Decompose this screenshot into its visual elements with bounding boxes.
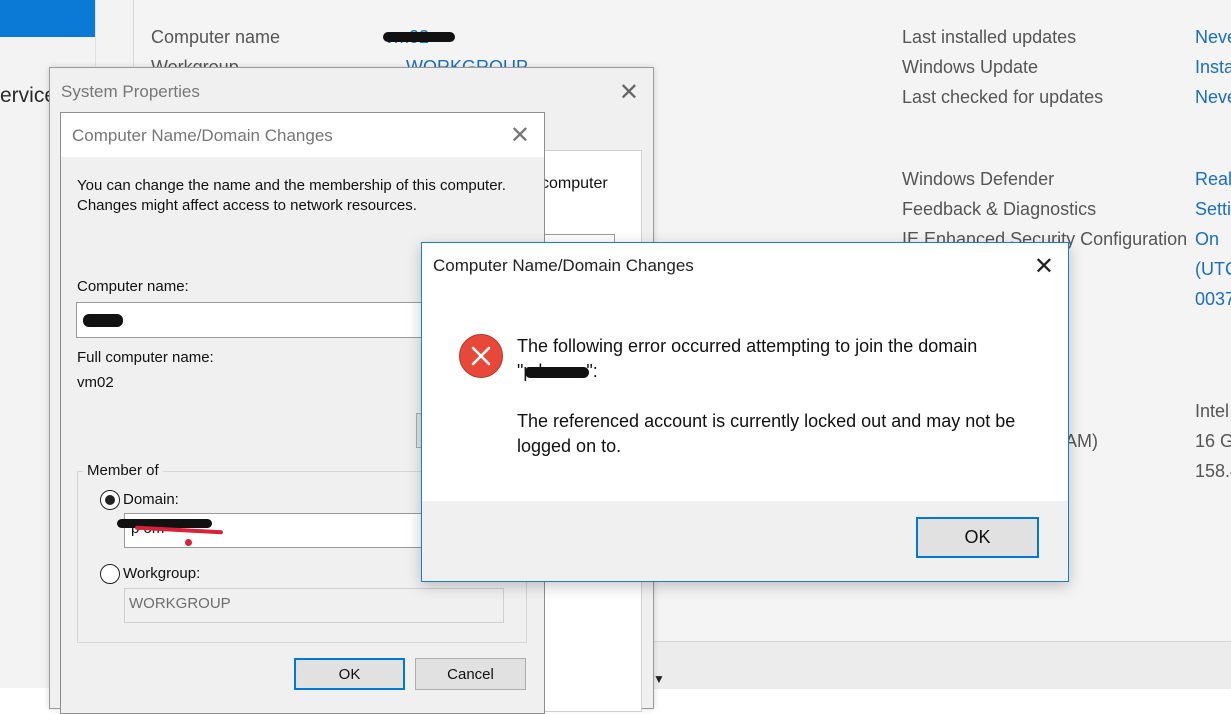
close-icon[interactable]: ✕	[1034, 252, 1054, 281]
prop-value-windows-defender[interactable]: Real-	[1195, 169, 1231, 190]
computer-name-dialog-title: Computer Name/Domain Changes	[72, 126, 333, 145]
error-message: The following error occurred attempting …	[517, 334, 1037, 384]
prop-label-windows-update: Windows Update	[902, 57, 1039, 77]
domain-label[interactable]: Domain:	[123, 491, 179, 508]
prop-label-ram-partial: AM)	[1065, 431, 1098, 451]
domain-radio[interactable]	[100, 490, 120, 510]
events-strip	[652, 641, 1231, 689]
computer-name-label: Computer name:	[77, 278, 189, 295]
full-computer-name-label: Full computer name:	[77, 349, 214, 366]
system-properties-partial-text: computer	[541, 175, 608, 192]
ok-button[interactable]: OK	[294, 658, 405, 690]
workgroup-input-value: WORKGROUP	[129, 595, 231, 612]
error-message-line: The following error occurred attempting …	[517, 336, 978, 356]
redaction-mark	[525, 367, 589, 378]
close-icon[interactable]: ✕	[510, 121, 530, 150]
prop-value-last-checked[interactable]: Neve	[1195, 87, 1231, 108]
prop-value-feedback[interactable]: Setti	[1195, 199, 1231, 220]
error-icon	[459, 334, 503, 378]
workgroup-label[interactable]: Workgroup:	[123, 565, 200, 582]
workgroup-radio[interactable]	[100, 564, 120, 584]
computer-name-description: You can change the name and the membersh…	[77, 177, 506, 214]
nav-selected-item[interactable]	[0, 0, 95, 37]
prop-value-ie-esc[interactable]: On	[1195, 229, 1219, 250]
close-icon[interactable]: ✕	[619, 78, 639, 107]
domain-input[interactable]: p om	[117, 513, 436, 548]
cancel-button[interactable]: Cancel	[415, 658, 526, 690]
prop-label-windows-defender: Windows Defender	[902, 169, 1055, 189]
prop-value-windows-update[interactable]: Insta	[1195, 57, 1231, 78]
computer-name-input[interactable]	[76, 302, 438, 338]
prop-label-last-checked: Last checked for updates	[902, 87, 1104, 107]
expand-arrow-icon[interactable]: ▼	[653, 672, 665, 686]
workgroup-input[interactable]: WORKGROUP	[124, 588, 504, 623]
prop-value-ram: 16 G	[1195, 431, 1231, 451]
redaction-mark	[83, 314, 123, 327]
system-properties-title: System Properties	[61, 82, 200, 101]
prop-label-last-installed: Last installed updates	[902, 27, 1077, 47]
prop-value-last-installed[interactable]: Neve	[1195, 27, 1231, 48]
redaction-mark	[383, 32, 455, 42]
member-of-label: Member of	[83, 462, 163, 479]
full-computer-name-value: vm02	[77, 374, 114, 391]
prop-label-feedback: Feedback & Diagnostics	[902, 199, 1097, 219]
nav-item-services[interactable]: ervice	[0, 84, 56, 108]
error-dialog-title: Computer Name/Domain Changes	[433, 256, 694, 275]
prop-label-computer-name: Computer name	[151, 27, 281, 47]
ok-button[interactable]: OK	[916, 517, 1039, 558]
error-message-domain-line: "p k.com":	[517, 359, 1037, 384]
prop-value-disk: 158.4	[1195, 461, 1231, 481]
prop-value-product-id[interactable]: 0037	[1195, 289, 1231, 310]
spellcheck-dot	[185, 539, 192, 546]
error-dialog: Computer Name/Domain Changes ✕ The follo…	[421, 242, 1069, 582]
error-detail: The referenced account is currently lock…	[517, 411, 1016, 456]
prop-value-timezone[interactable]: (UTC	[1195, 259, 1231, 280]
prop-value-processor: Intel	[1195, 401, 1230, 421]
